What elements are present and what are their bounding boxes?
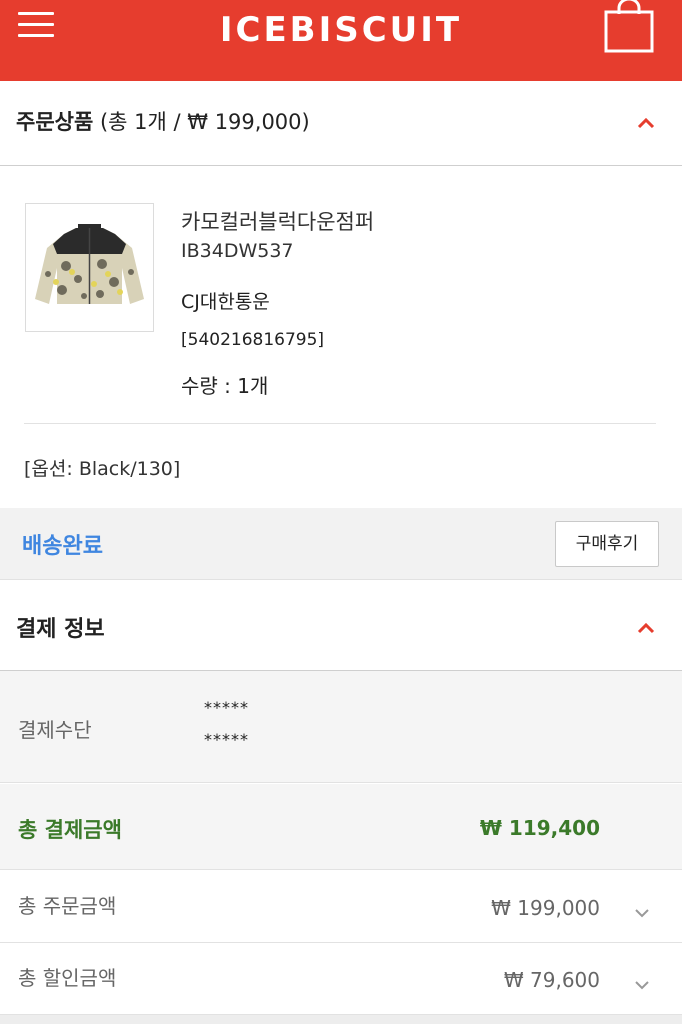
bottom-divider <box>0 1015 682 1024</box>
total-payment-amount: ₩ 119,400 <box>479 816 600 840</box>
chevron-up-icon[interactable] <box>637 114 655 129</box>
chevron-down-icon[interactable] <box>634 975 650 990</box>
total-discount-label: 총 할인금액 <box>18 966 117 990</box>
brand-logo[interactable]: ICEBISCUIT <box>0 10 682 50</box>
payment-method-masked: ***** <box>204 730 249 749</box>
chevron-up-icon[interactable] <box>637 619 655 634</box>
product-code: IB34DW537 <box>181 240 294 262</box>
product-quantity: 수량 : 1개 <box>181 374 269 398</box>
product-name[interactable]: 카모컬러블럭다운점퍼 <box>181 206 374 236</box>
shipping-status: 배송완료 <box>22 534 103 559</box>
order-products-label: 주문상품 <box>16 110 94 134</box>
chevron-down-icon[interactable] <box>634 903 650 918</box>
tracking-number[interactable]: [540216816795] <box>181 330 324 350</box>
order-summary: (총 1개 / ₩ 199,000) <box>93 110 310 134</box>
payment-method-masked: ***** <box>204 698 249 717</box>
product-option: [옵션: Black/130] <box>24 458 181 480</box>
total-payment-label: 총 결제금액 <box>18 818 122 842</box>
shopping-bag-icon[interactable] <box>603 0 655 54</box>
total-order-amount-value: ₩ 199,000 <box>491 896 600 920</box>
payment-info-title: 결제 정보 <box>16 617 105 642</box>
total-order-amount-label: 총 주문금액 <box>18 894 117 918</box>
total-discount-value: ₩ 79,600 <box>503 968 600 992</box>
payment-method-section <box>0 671 682 783</box>
courier-name: CJ대한통운 <box>181 291 270 313</box>
product-image[interactable] <box>25 203 154 332</box>
top-bar: ICEBISCUIT <box>0 0 682 81</box>
divider <box>24 423 656 424</box>
payment-method-label: 결제수단 <box>18 718 92 742</box>
write-review-button[interactable]: 구매후기 <box>555 521 659 567</box>
order-products-title: 주문상품 (총 1개 / ₩ 199,000) <box>16 106 310 136</box>
